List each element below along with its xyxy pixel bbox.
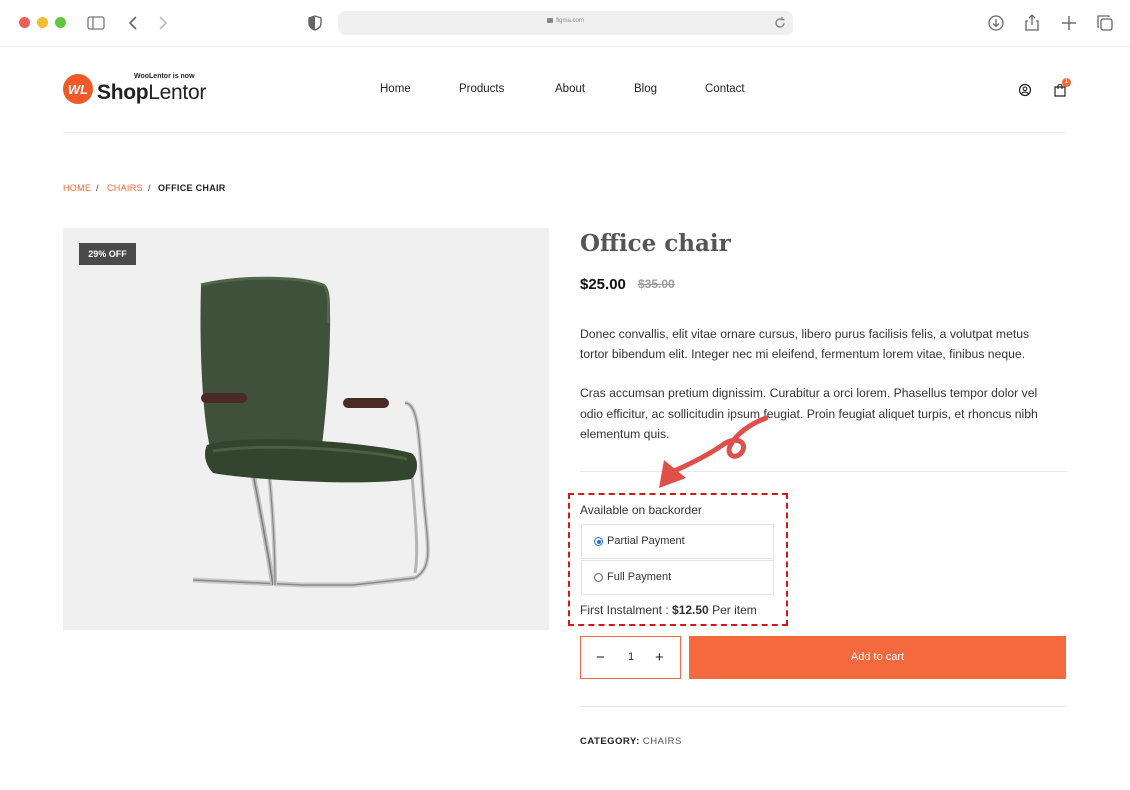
nav-blog[interactable]: Blog [634,83,657,95]
full-payment-label[interactable]: Full Payment [607,571,671,583]
breadcrumb-current: OFFICE CHAIR [158,183,226,193]
partial-payment-radio[interactable] [594,537,603,546]
breadcrumb-category[interactable]: CHAIRS [107,183,143,193]
shoplentor-logo-icon[interactable]: WL [62,73,94,105]
breadcrumb-separator: / [148,183,151,193]
minimize-window-button[interactable] [37,17,48,28]
nav-about[interactable]: About [555,83,585,95]
cart-count-badge: 1 [1062,78,1071,87]
lock-icon [547,18,554,23]
sidebar-icon[interactable] [85,12,107,34]
full-payment-option[interactable]: Full Payment [581,560,774,595]
logo-wordmark[interactable]: ShopLentor [97,81,206,105]
nav-home[interactable]: Home [380,83,411,95]
category-link[interactable]: CHAIRS [643,736,682,747]
quantity-value[interactable]: 1 [628,651,634,663]
logo-tagline: WooLentor is now [134,73,195,80]
regular-price: $35.00 [638,277,675,291]
availability-status: Available on backorder [580,503,702,517]
close-window-button[interactable] [19,17,30,28]
download-icon[interactable] [985,12,1007,34]
annotation-arrow-icon [659,415,769,488]
breadcrumb-separator: / [96,183,99,193]
full-payment-radio[interactable] [594,573,603,582]
office-chair-image [192,276,430,588]
share-icon[interactable] [1021,12,1043,34]
minus-icon[interactable]: − [596,649,605,666]
plus-icon[interactable]: + [655,649,664,666]
breadcrumb-home[interactable]: HOME [63,183,91,193]
category-label: CATEGORY: [580,736,640,747]
header-divider [63,132,1066,133]
forward-icon[interactable] [151,12,173,34]
product-image-panel[interactable] [63,228,549,630]
add-to-cart-button[interactable]: Add to cart [689,636,1066,679]
instalment-amount: $12.50 [672,603,709,617]
nav-contact[interactable]: Contact [705,83,745,95]
partial-payment-label[interactable]: Partial Payment [607,535,685,547]
sale-price: $25.00 [580,276,626,293]
first-instalment-info: First Instalment : $12.50 Per item [580,603,757,617]
url-text: figma.com [338,18,793,24]
partial-payment-option[interactable]: Partial Payment [581,524,774,559]
section-divider [580,706,1066,707]
new-tab-icon[interactable] [1058,12,1080,34]
discount-badge: 29% OFF [79,243,136,265]
product-category: CATEGORY: CHAIRS [580,736,682,747]
back-icon[interactable] [123,12,145,34]
address-bar[interactable]: figma.com [338,11,793,35]
description-line: tortor bibendum elit. Integer nec mi ele… [580,347,1026,361]
product-title: Office chair [580,230,731,257]
reload-icon[interactable] [773,16,787,30]
description-line: Cras accumsan pretium dignissim. Curabit… [580,386,1038,400]
maximize-window-button[interactable] [55,17,66,28]
description-line: Donec convallis, elit vitae ornare cursu… [580,327,1030,341]
account-icon[interactable] [1018,83,1032,97]
nav-products[interactable]: Products [459,83,504,95]
browser-toolbar: figma.com [0,0,1130,47]
quantity-stepper[interactable]: − 1 + [580,636,681,679]
tabs-icon[interactable] [1094,12,1116,34]
shield-icon[interactable] [304,12,326,34]
svg-text:WL: WL [68,82,88,97]
